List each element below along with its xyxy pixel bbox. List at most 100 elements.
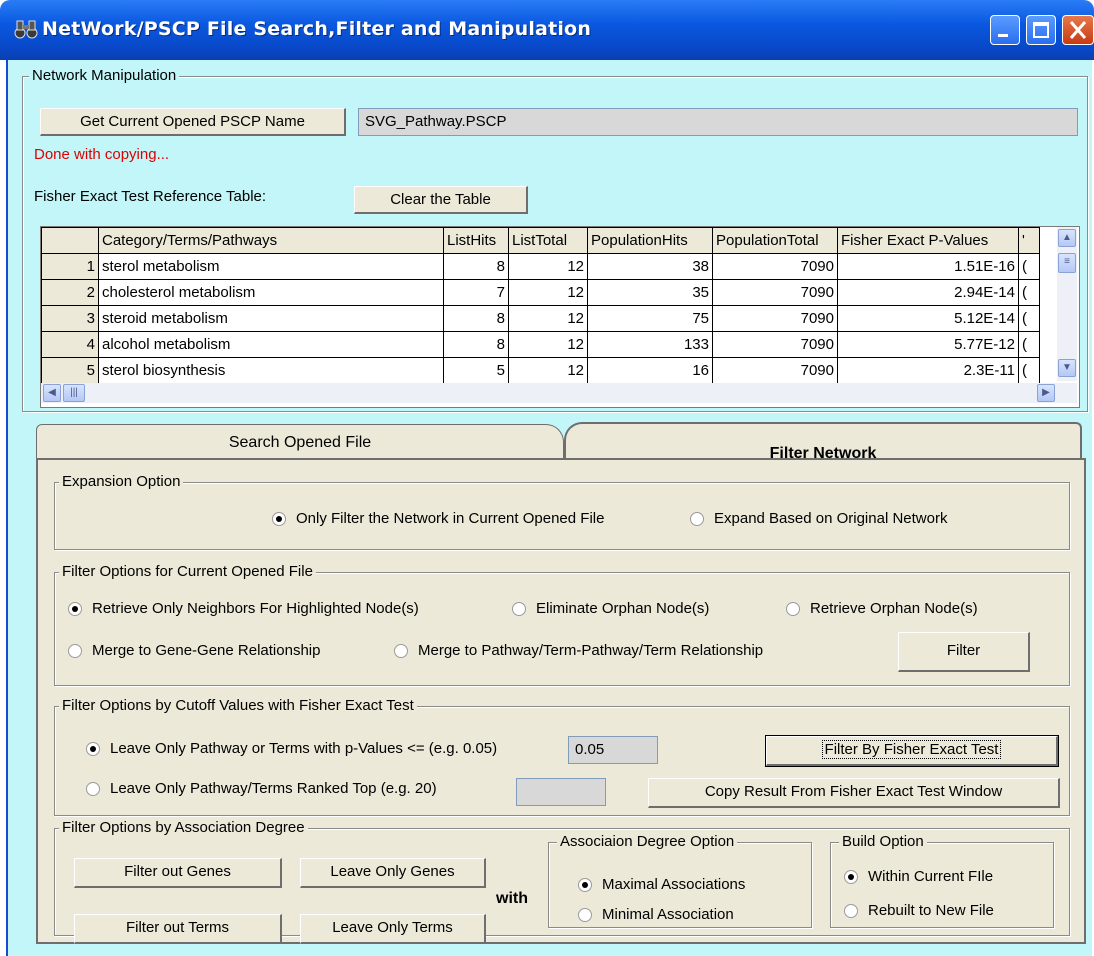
population-total-cell[interactable]: 7090	[712, 279, 838, 306]
close-button[interactable]	[1062, 15, 1094, 45]
row-header-corner	[41, 227, 99, 254]
leave-only-genes-button[interactable]: Leave Only Genes	[300, 858, 486, 888]
table-row[interactable]: 1 sterol metabolism 8 12 38 7090 1.51E-1…	[41, 253, 1040, 280]
list-total-cell[interactable]: 12	[508, 357, 588, 384]
rebuilt-new-radio[interactable]: Rebuilt to New File	[844, 902, 994, 919]
list-total-cell[interactable]: 12	[508, 331, 588, 358]
table-row[interactable]: 5 sterol biosynthesis 5 12 16 7090 2.3E-…	[41, 357, 1040, 384]
pscp-name-field[interactable]: SVG_Pathway.PSCP	[358, 108, 1078, 136]
leave-only-terms-button[interactable]: Leave Only Terms	[300, 914, 486, 944]
ranked-top-input[interactable]	[516, 778, 606, 806]
horizontal-scrollbar[interactable]: ◀ ||| ▶	[41, 383, 1077, 403]
maximize-button[interactable]	[1026, 15, 1056, 45]
list-hits-cell[interactable]: 7	[443, 279, 509, 306]
fisher-table-grid[interactable]: Category/Terms/Pathways ListHits ListTot…	[40, 226, 1080, 408]
term-cell[interactable]: alcohol metabolism	[98, 331, 444, 358]
scroll-down-icon[interactable]: ▼	[1058, 359, 1076, 377]
binoculars-icon	[14, 20, 38, 39]
eliminate-orphan-radio[interactable]: Eliminate Orphan Node(s)	[512, 600, 709, 617]
only-filter-label: Only Filter the Network in Current Opene…	[296, 510, 605, 527]
merge-gene-radio[interactable]: Merge to Gene-Gene Relationship	[68, 642, 320, 659]
minimal-radio[interactable]: Minimal Association	[578, 906, 734, 923]
table-row[interactable]: 3 steroid metabolism 8 12 75 7090 5.12E-…	[41, 305, 1040, 332]
clear-table-button[interactable]: Clear the Table	[354, 186, 528, 214]
radio-selected-icon	[272, 511, 286, 526]
population-hits-cell[interactable]: 75	[587, 305, 713, 332]
term-cell[interactable]: sterol biosynthesis	[98, 357, 444, 384]
column-header[interactable]: Category/Terms/Pathways	[98, 227, 444, 254]
column-header[interactable]: Fisher Exact P-Values	[837, 227, 1019, 254]
minimize-button[interactable]	[990, 15, 1020, 45]
filter-out-terms-button[interactable]: Filter out Terms	[74, 914, 282, 944]
scroll-thumb[interactable]: ≡	[1058, 253, 1076, 273]
merge-gene-label: Merge to Gene-Gene Relationship	[92, 642, 321, 659]
list-hits-cell[interactable]: 8	[443, 331, 509, 358]
expand-original-radio[interactable]: Expand Based on Original Network	[690, 510, 947, 527]
extra-cell[interactable]: (	[1018, 357, 1040, 384]
list-total-cell[interactable]: 12	[508, 305, 588, 332]
window-title: NetWork/PSCP File Search,Filter and Mani…	[42, 18, 592, 40]
scroll-left-icon[interactable]: ◀	[43, 384, 61, 402]
ranked-top-radio[interactable]: Leave Only Pathway/Terms Ranked Top (e.g…	[86, 780, 437, 797]
filter-out-genes-button[interactable]: Filter out Genes	[74, 858, 282, 888]
term-cell[interactable]: steroid metabolism	[98, 305, 444, 332]
filter-button[interactable]: Filter	[898, 632, 1030, 672]
list-hits-cell[interactable]: 8	[443, 305, 509, 332]
column-header[interactable]: ListTotal	[508, 227, 588, 254]
list-hits-cell[interactable]: 5	[443, 357, 509, 384]
copy-result-button[interactable]: Copy Result From Fisher Exact Test Windo…	[648, 778, 1060, 808]
population-hits-cell[interactable]: 35	[587, 279, 713, 306]
minimize-icon	[998, 34, 1008, 37]
extra-cell[interactable]: (	[1018, 331, 1040, 358]
extra-cell[interactable]: (	[1018, 279, 1040, 306]
population-total-cell[interactable]: 7090	[712, 253, 838, 280]
p-value-cell[interactable]: 5.12E-14	[837, 305, 1019, 332]
retrieve-neighbors-radio[interactable]: Retrieve Only Neighbors For Highlighted …	[68, 600, 419, 617]
row-index: 4	[41, 331, 99, 358]
p-value-cell[interactable]: 5.77E-12	[837, 331, 1019, 358]
retrieve-orphan-radio[interactable]: Retrieve Orphan Node(s)	[786, 600, 978, 617]
maximal-radio[interactable]: Maximal Associations	[578, 876, 745, 893]
p-value-cell[interactable]: 1.51E-16	[837, 253, 1019, 280]
filter-current-legend: Filter Options for Current Opened File	[59, 563, 316, 580]
get-pscp-name-button[interactable]: Get Current Opened PSCP Name	[40, 108, 346, 136]
tab-search-opened-file[interactable]: Search Opened File	[36, 424, 564, 462]
population-total-cell[interactable]: 7090	[712, 357, 838, 384]
extra-cell[interactable]: (	[1018, 253, 1040, 280]
list-total-cell[interactable]: 12	[508, 253, 588, 280]
filter-by-fisher-button[interactable]: Filter By Fisher Exact Test	[765, 735, 1059, 767]
p-value-cell[interactable]: 2.94E-14	[837, 279, 1019, 306]
population-total-cell[interactable]: 7090	[712, 331, 838, 358]
radio-selected-icon	[578, 877, 592, 892]
list-hits-cell[interactable]: 8	[443, 253, 509, 280]
column-header[interactable]: PopulationHits	[587, 227, 713, 254]
pvalue-radio[interactable]: Leave Only Pathway or Terms with p-Value…	[86, 740, 497, 757]
row-index: 1	[41, 253, 99, 280]
title-bar[interactable]: NetWork/PSCP File Search,Filter and Mani…	[0, 0, 1094, 60]
radio-unselected-icon	[786, 601, 800, 616]
population-hits-cell[interactable]: 16	[587, 357, 713, 384]
extra-cell[interactable]: (	[1018, 305, 1040, 332]
table-row[interactable]: 4 alcohol metabolism 8 12 133 7090 5.77E…	[41, 331, 1040, 358]
column-header[interactable]: ListHits	[443, 227, 509, 254]
ranked-top-label: Leave Only Pathway/Terms Ranked Top (e.g…	[110, 780, 437, 797]
p-value-cell[interactable]: 2.3E-11	[837, 357, 1019, 384]
within-current-radio[interactable]: Within Current FIle	[844, 868, 993, 885]
scroll-right-icon[interactable]: ▶	[1037, 384, 1055, 402]
pvalue-input[interactable]: 0.05	[568, 736, 658, 764]
population-total-cell[interactable]: 7090	[712, 305, 838, 332]
term-cell[interactable]: cholesterol metabolism	[98, 279, 444, 306]
merge-pathway-radio[interactable]: Merge to Pathway/Term-Pathway/Term Relat…	[394, 642, 763, 659]
vertical-scrollbar[interactable]: ▲ ≡ ▼	[1057, 227, 1077, 381]
column-header[interactable]: PopulationTotal	[712, 227, 838, 254]
population-hits-cell[interactable]: 38	[587, 253, 713, 280]
hscroll-thumb[interactable]: |||	[63, 384, 85, 402]
term-cell[interactable]: sterol metabolism	[98, 253, 444, 280]
association-legend: Filter Options by Association Degree	[59, 819, 308, 836]
scroll-up-icon[interactable]: ▲	[1058, 229, 1076, 247]
column-header[interactable]: '	[1018, 227, 1040, 254]
population-hits-cell[interactable]: 133	[587, 331, 713, 358]
only-filter-radio[interactable]: Only Filter the Network in Current Opene…	[272, 510, 604, 527]
list-total-cell[interactable]: 12	[508, 279, 588, 306]
table-row[interactable]: 2 cholesterol metabolism 7 12 35 7090 2.…	[41, 279, 1040, 306]
